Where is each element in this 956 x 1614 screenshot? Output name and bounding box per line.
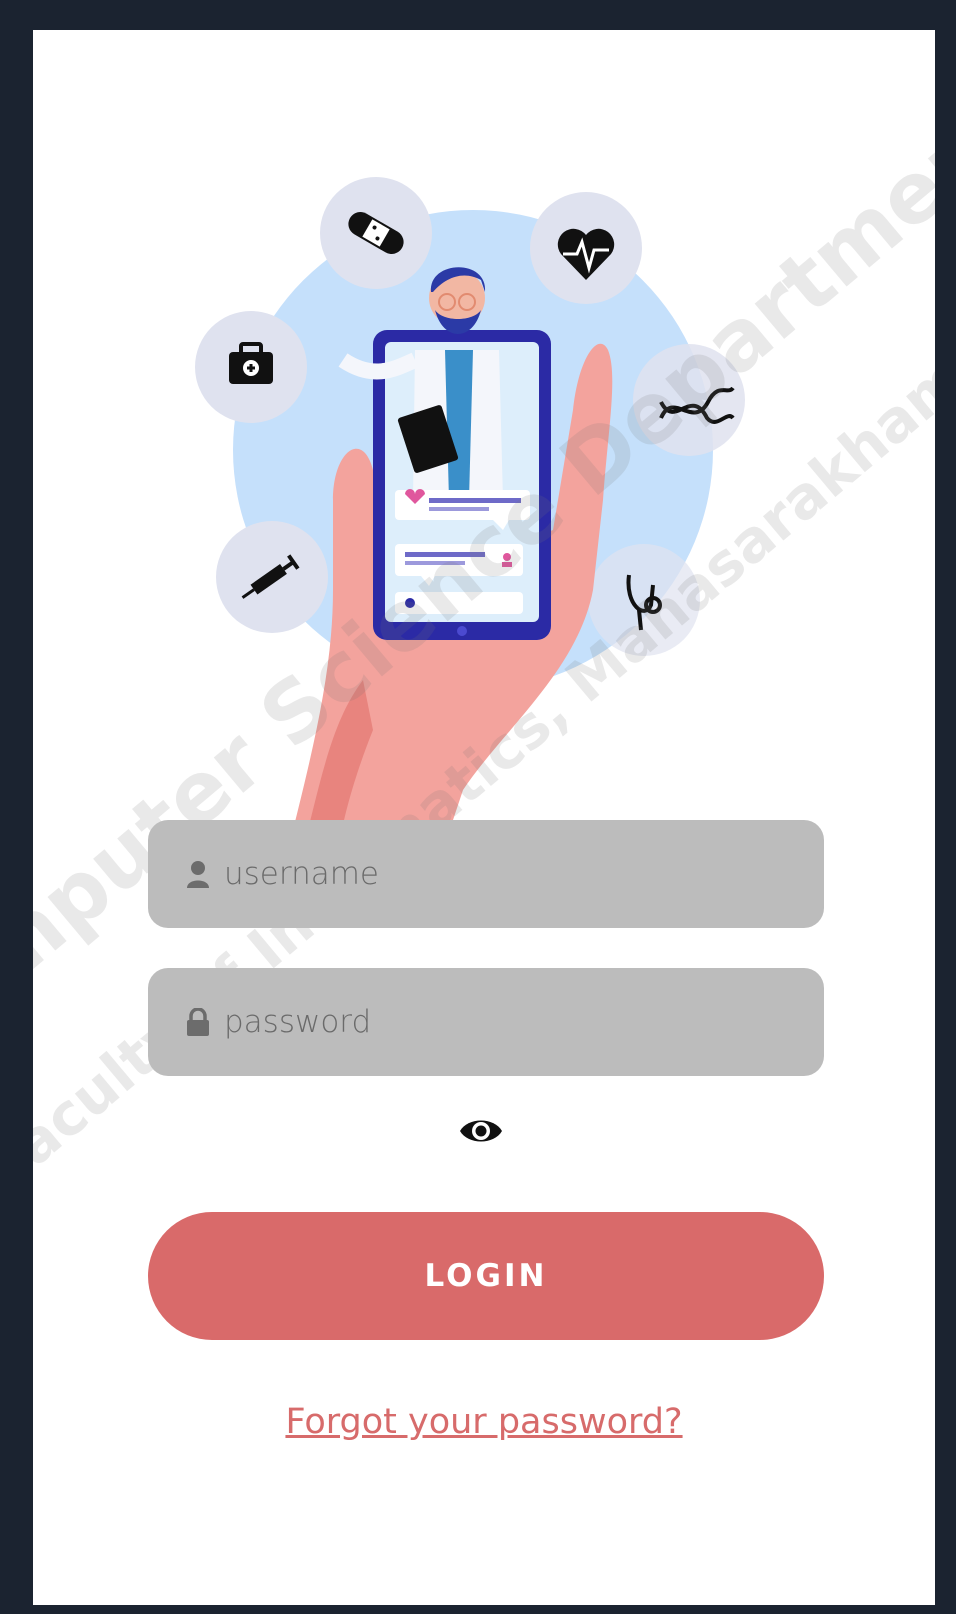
login-button[interactable]: LOGIN bbox=[148, 1212, 824, 1340]
user-icon bbox=[184, 859, 212, 889]
eye-icon bbox=[460, 1120, 502, 1142]
device-frame: Computer Science Department Faculty of I… bbox=[0, 0, 956, 1614]
username-input[interactable] bbox=[224, 856, 784, 892]
login-screen: Computer Science Department Faculty of I… bbox=[33, 30, 935, 1605]
password-field[interactable] bbox=[148, 968, 824, 1076]
lock-icon bbox=[184, 1007, 212, 1037]
username-field[interactable] bbox=[148, 820, 824, 928]
show-password-toggle[interactable] bbox=[457, 1114, 505, 1148]
forgot-password-link[interactable]: Forgot your password? bbox=[285, 1402, 682, 1442]
password-input[interactable] bbox=[224, 1004, 784, 1040]
doctor-phone-illustration bbox=[195, 177, 745, 850]
forgot-password-container: Forgot your password? bbox=[33, 1402, 935, 1442]
